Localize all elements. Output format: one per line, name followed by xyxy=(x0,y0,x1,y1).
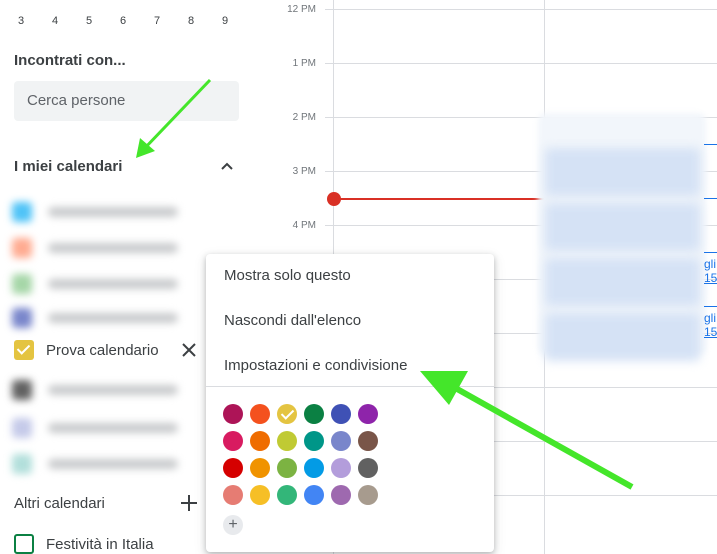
blurred-calendar-item xyxy=(12,414,197,442)
checkbox-checked-icon[interactable] xyxy=(14,340,34,360)
color-swatch[interactable] xyxy=(358,458,378,478)
mini-calendar-day[interactable]: 6 xyxy=(106,15,140,27)
blurred-calendar-item xyxy=(12,198,197,226)
chevron-up-icon[interactable] xyxy=(217,156,237,176)
event-edge-line2: 15 xyxy=(704,271,717,285)
color-swatch[interactable] xyxy=(250,458,270,478)
search-people-input[interactable]: Cerca persone xyxy=(14,81,239,121)
event-edge-text[interactable]: gli 15 xyxy=(704,311,717,339)
blurred-event[interactable] xyxy=(545,258,700,306)
color-swatch[interactable] xyxy=(250,431,270,451)
blurred-calendar-item xyxy=(12,234,197,262)
menu-divider xyxy=(206,386,494,387)
time-label: 3 PM xyxy=(292,166,316,177)
my-calendars-title[interactable]: I miei calendari xyxy=(14,158,122,175)
event-edge-text[interactable]: gli 15 xyxy=(704,257,717,285)
color-swatch[interactable] xyxy=(223,458,243,478)
blurred-event[interactable] xyxy=(545,203,700,251)
menu-item-hide-from-list[interactable]: Nascondi dall'elenco xyxy=(206,301,494,341)
mini-calendar-day[interactable]: 7 xyxy=(140,15,174,27)
hour-line xyxy=(325,9,717,10)
event-edge-line xyxy=(704,198,717,199)
current-time-dot xyxy=(327,192,341,206)
color-swatch[interactable] xyxy=(331,485,351,505)
event-edge-line1: gli xyxy=(704,311,717,325)
add-custom-color-button[interactable]: + xyxy=(223,515,243,535)
event-edge-line xyxy=(704,144,717,145)
meet-with-title: Incontrati con... xyxy=(14,52,126,69)
calendar-item-label: Prova calendario xyxy=(46,341,159,359)
close-icon[interactable] xyxy=(180,341,198,359)
current-time-line xyxy=(334,198,544,200)
mini-calendar-day[interactable]: 5 xyxy=(72,15,106,27)
color-swatch[interactable] xyxy=(223,485,243,505)
color-swatch[interactable] xyxy=(331,458,351,478)
color-swatch[interactable] xyxy=(358,485,378,505)
color-swatch[interactable] xyxy=(277,431,297,451)
blurred-event[interactable] xyxy=(545,313,700,361)
color-swatch[interactable] xyxy=(223,404,243,424)
calendar-item-label: Festività in Italia xyxy=(46,535,154,553)
calendar-options-menu: Mostra solo questo Nascondi dall'elenco … xyxy=(206,254,494,552)
time-label: 12 PM xyxy=(287,4,316,15)
time-label: 2 PM xyxy=(292,112,316,123)
color-swatch[interactable] xyxy=(223,431,243,451)
color-palette xyxy=(223,404,378,505)
mini-calendar-day[interactable]: 4 xyxy=(38,15,72,27)
mini-calendar-day[interactable]: 9 xyxy=(208,15,242,27)
color-swatch[interactable] xyxy=(304,458,324,478)
calendar-item-festivita[interactable]: Festività in Italia xyxy=(14,532,154,554)
color-swatch[interactable] xyxy=(358,431,378,451)
menu-item-show-only-this[interactable]: Mostra solo questo xyxy=(206,256,494,296)
color-swatch[interactable] xyxy=(277,404,297,424)
blurred-calendar-item xyxy=(12,376,197,404)
color-swatch[interactable] xyxy=(277,485,297,505)
hour-line xyxy=(325,63,717,64)
color-swatch[interactable] xyxy=(277,458,297,478)
event-edge-line xyxy=(704,306,717,307)
mini-calendar-day[interactable]: 8 xyxy=(174,15,208,27)
mini-calendar-day[interactable]: 3 xyxy=(4,15,38,27)
other-calendars-title[interactable]: Altri calendari xyxy=(14,495,105,512)
blurred-calendar-item xyxy=(12,270,197,298)
color-swatch[interactable] xyxy=(358,404,378,424)
event-edge-line xyxy=(704,252,717,253)
event-edge-line1: gli xyxy=(704,257,717,271)
color-swatch[interactable] xyxy=(304,485,324,505)
color-swatch[interactable] xyxy=(331,404,351,424)
color-swatch[interactable] xyxy=(250,485,270,505)
event-edge-line2: 15 xyxy=(704,325,717,339)
color-swatch[interactable] xyxy=(304,431,324,451)
blurred-calendar-item xyxy=(12,304,197,332)
color-swatch[interactable] xyxy=(304,404,324,424)
color-swatch[interactable] xyxy=(250,404,270,424)
calendar-item-prova[interactable]: Prova calendario xyxy=(14,338,159,362)
blurred-event[interactable] xyxy=(545,148,700,196)
plus-icon[interactable] xyxy=(178,492,200,514)
checkbox-unchecked-icon[interactable] xyxy=(14,534,34,554)
menu-item-settings-sharing[interactable]: Impostazioni e condivisione xyxy=(206,346,494,386)
blurred-calendar-item xyxy=(12,450,197,478)
color-swatch[interactable] xyxy=(331,431,351,451)
time-label: 4 PM xyxy=(292,220,316,231)
mini-calendar-week: 3 4 5 6 7 8 9 xyxy=(4,15,242,27)
time-label: 1 PM xyxy=(292,58,316,69)
